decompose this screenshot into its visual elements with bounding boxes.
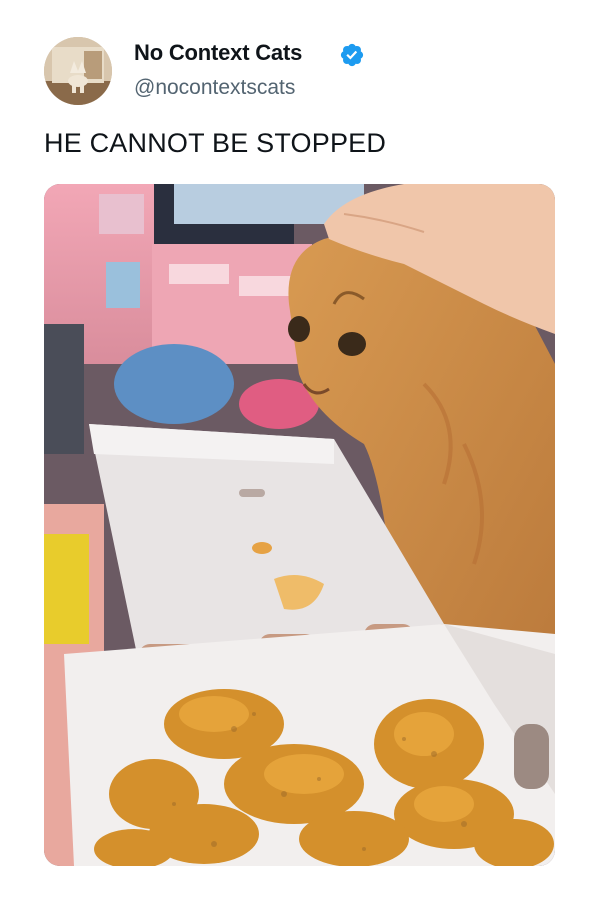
user-handle[interactable]: @nocontextscats [134, 76, 295, 100]
tweet-text: HE CANNOT BE STOPPED [44, 128, 387, 158]
tweet-photo[interactable] [44, 184, 555, 866]
photo-cat-and-chicken [44, 184, 555, 866]
tweet-card: No Context Cats @nocontextscats HE CANNO… [0, 0, 599, 904]
avatar-image [44, 37, 112, 105]
verified-badge-icon [339, 42, 365, 68]
profile-avatar[interactable] [44, 37, 112, 105]
display-name[interactable]: No Context Cats [134, 40, 302, 66]
